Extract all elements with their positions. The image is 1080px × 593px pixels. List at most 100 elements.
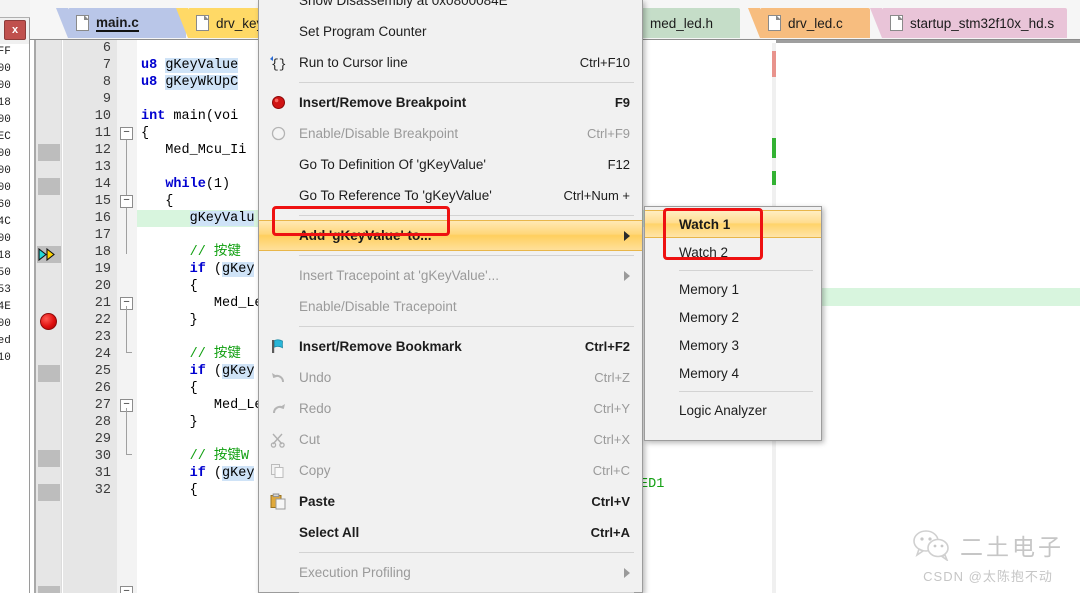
line-number: 11 xyxy=(94,126,111,141)
submenu-item-label: Memory 1 xyxy=(679,281,740,297)
left-strip-value: 000 xyxy=(0,233,11,245)
menu-separator xyxy=(299,552,634,553)
line-number: 27 xyxy=(94,398,111,413)
menu-item-label: Enable/Disable Breakpoint xyxy=(299,126,459,141)
menu-item-copy[interactable]: Copy Ctrl+C xyxy=(259,455,642,486)
submenu-separator xyxy=(679,270,813,271)
pane-divider xyxy=(776,40,1080,43)
line-number: 28 xyxy=(94,415,111,430)
submenu-item-logic-analyzer[interactable]: Logic Analyzer xyxy=(645,396,821,424)
tab-drv-led-c[interactable]: drv_led.c xyxy=(748,8,870,38)
submenu-separator xyxy=(679,391,813,392)
line-number: 16 xyxy=(94,211,111,226)
close-icon[interactable]: x xyxy=(4,20,26,40)
menu-item-go-to-definition-of-gkeyvalue[interactable]: Go To Definition Of 'gKeyValue' F12 xyxy=(259,149,642,180)
submenu-item-memory-4[interactable]: Memory 4 xyxy=(645,359,821,387)
menu-item-cut[interactable]: Cut Ctrl+X xyxy=(259,424,642,455)
menu-item-select-all[interactable]: Select All Ctrl+A xyxy=(259,517,642,548)
program-counter-icon xyxy=(37,246,61,263)
menu-item-label: Insert/Remove Bookmark xyxy=(299,339,462,354)
line-number: 20 xyxy=(94,279,111,294)
chevron-right-icon xyxy=(624,270,630,281)
code-fragment-right: ED1 xyxy=(640,477,665,492)
document-icon xyxy=(76,15,89,31)
submenu-item-memory-1[interactable]: Memory 1 xyxy=(645,275,821,303)
line-number: 8 xyxy=(102,75,111,90)
line-number: 19 xyxy=(94,262,111,277)
tab-slope xyxy=(176,8,188,38)
document-icon xyxy=(768,15,781,31)
submenu-item-memory-2[interactable]: Memory 2 xyxy=(645,303,821,331)
menu-item-shortcut: Ctrl+F9 xyxy=(587,126,630,141)
menu-item-go-to-reference-to-gkeyvalue[interactable]: Go To Reference To 'gKeyValue' Ctrl+Num + xyxy=(259,180,642,211)
submenu-item-label: Memory 4 xyxy=(679,365,740,381)
code-folding-column[interactable]: − − − − − xyxy=(117,40,137,593)
menu-item-shortcut: Ctrl+V xyxy=(591,494,630,509)
change-marker xyxy=(38,178,60,195)
menu-separator xyxy=(299,82,634,83)
tab-slope xyxy=(870,8,882,38)
line-number: 25 xyxy=(94,364,111,379)
fold-toggle[interactable]: − xyxy=(120,195,133,208)
left-strip-value: 000 xyxy=(0,165,11,177)
menu-item-label: Go To Definition Of 'gKeyValue' xyxy=(299,157,487,172)
left-strip-value-list: 0FF 000 800 018 000 0EC 000 000 000 160 94C 000 018 7… xyxy=(0,44,29,593)
menu-item-shortcut: Ctrl+F2 xyxy=(584,339,630,354)
tab-main-c[interactable]: main.c xyxy=(56,8,186,38)
menu-item-show-disassembly-at-0x0800084e[interactable]: Show Disassembly at 0x0800084E xyxy=(259,0,642,16)
tab-label: med_led.h xyxy=(650,15,714,31)
menu-item-add-gkeyvalue-to[interactable]: Add 'gKeyValue' to... xyxy=(259,220,642,251)
submenu-item-label: Watch 2 xyxy=(679,244,729,260)
change-marker xyxy=(38,450,60,467)
menu-item-enable-disable-breakpoint[interactable]: Enable/Disable Breakpoint Ctrl+F9 xyxy=(259,118,642,149)
line-number: 13 xyxy=(94,160,111,175)
context-menu[interactable]: Show Disassembly at 0x0800084E Set Progra… xyxy=(258,0,643,593)
menu-item-insert-remove-bookmark[interactable]: Insert/Remove Bookmark Ctrl+F2 xyxy=(259,331,642,362)
menu-item-insert-tracepoint-at-gkeyvalue[interactable]: Insert Tracepoint at 'gKeyValue'... xyxy=(259,260,642,291)
line-number: 7 xyxy=(102,58,111,73)
editor-breakpoint-margin[interactable] xyxy=(36,40,62,593)
left-strip-value: 800 xyxy=(0,80,11,92)
watermark-brand: 二土电子 xyxy=(960,534,1064,560)
menu-separator xyxy=(299,326,634,327)
menu-item-label: Enable/Disable Tracepoint xyxy=(299,299,457,314)
menu-separator xyxy=(299,215,634,216)
add-to-submenu[interactable]: Watch 1 Watch 2 Memory 1 Memory 2 Memory 3 Me… xyxy=(644,206,822,441)
menu-item-label: Add 'gKeyValue' to... xyxy=(299,228,432,243)
fold-toggle[interactable]: − xyxy=(120,127,133,140)
chevron-right-icon xyxy=(624,567,630,578)
breakpoint-icon[interactable] xyxy=(40,313,57,330)
line-number: 9 xyxy=(102,92,111,107)
submenu-item-watch-2[interactable]: Watch 2 xyxy=(645,238,821,266)
tab-startup-stm32f10x-hd-s[interactable]: startup_stm32f10x_hd.s xyxy=(870,8,1067,38)
menu-item-execution-profiling[interactable]: Execution Profiling xyxy=(259,557,642,588)
left-strip-value: 018 xyxy=(0,250,11,262)
left-strip-value: 000 xyxy=(0,148,11,160)
submenu-item-memory-3[interactable]: Memory 3 xyxy=(645,331,821,359)
change-marker xyxy=(38,144,60,161)
line-number: 32 xyxy=(94,483,111,498)
menu-item-label: Copy xyxy=(299,463,331,478)
left-strip-value: 750 xyxy=(0,267,11,279)
menu-item-set-program-counter[interactable]: Set Program Counter xyxy=(259,16,642,47)
submenu-item-watch-1[interactable]: Watch 1 xyxy=(645,210,821,238)
tab-label: main.c xyxy=(96,14,139,32)
menu-item-undo[interactable]: Undo Ctrl+Z xyxy=(259,362,642,393)
menu-item-shortcut: Ctrl+Z xyxy=(594,370,630,385)
menu-item-label: Cut xyxy=(299,432,321,447)
menu-item-insert-remove-breakpoint[interactable]: Insert/Remove Breakpoint F9 xyxy=(259,87,642,118)
menu-item-run-to-cursor-line[interactable]: {} Run to Cursor line Ctrl+F10 xyxy=(259,47,642,78)
menu-item-shortcut: Ctrl+F10 xyxy=(579,55,630,70)
line-number: 26 xyxy=(94,381,111,396)
line-number: 22 xyxy=(94,313,111,328)
left-strip-value: 84E xyxy=(0,301,11,313)
left-strip-value: 160 xyxy=(0,199,11,211)
menu-item-enable-disable-tracepoint[interactable]: Enable/Disable Tracepoint xyxy=(259,291,642,322)
menu-item-paste[interactable]: Paste Ctrl+V xyxy=(259,486,642,517)
fold-toggle[interactable]: − xyxy=(120,586,133,593)
run-to-cursor-icon: {} xyxy=(268,53,288,73)
menu-item-redo[interactable]: Redo Ctrl+Y xyxy=(259,393,642,424)
menu-item-label: Show Disassembly at 0x0800084E xyxy=(299,0,508,8)
tab-slope xyxy=(748,8,760,38)
menu-item-label: Execution Profiling xyxy=(299,565,411,580)
